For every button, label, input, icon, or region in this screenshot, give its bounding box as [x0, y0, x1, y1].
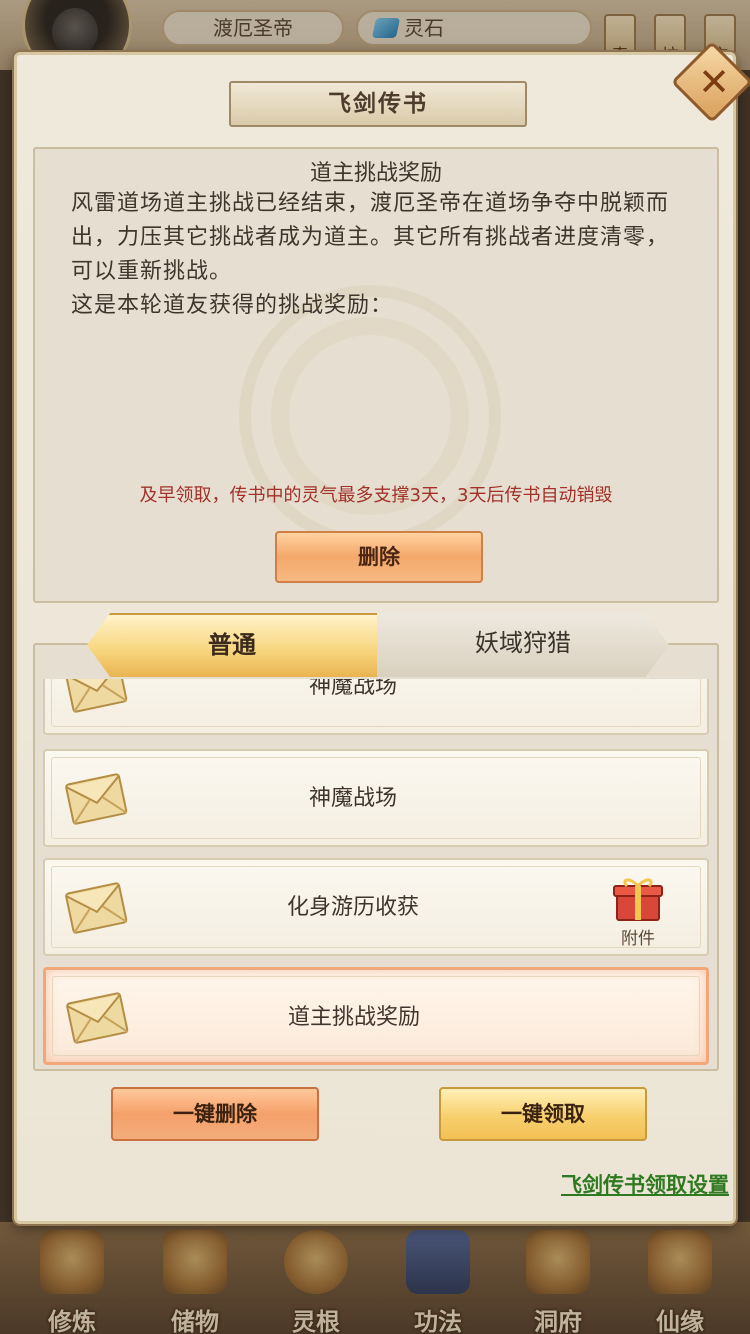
- attachment-label: 附件: [621, 929, 655, 949]
- mail-list-item-selected[interactable]: 道主挑战奖励: [43, 967, 709, 1065]
- tab-demon-hunt[interactable]: 妖域狩猎: [377, 613, 669, 677]
- dialog-title: 飞剑传书: [229, 81, 527, 127]
- gift-box-icon: [611, 874, 665, 922]
- mail-subject: 道主挑战奖励: [309, 161, 442, 186]
- mail-list-item[interactable]: 神魔战场: [43, 679, 709, 735]
- mail-item-title: 神魔战场: [308, 679, 397, 699]
- mail-item-title: 化身游历收获: [286, 895, 419, 920]
- claim-settings-link[interactable]: 飞剑传书领取设置: [523, 1169, 729, 1199]
- mail-item-title: 道主挑战奖励: [287, 1005, 420, 1030]
- mail-content-box: 道主挑战奖励 风雷道场道主挑战已经结束，渡厄圣帝在道场争夺中脱颖而出，力压其它挑…: [33, 147, 719, 603]
- mail-item-title: 神魔战场: [308, 786, 397, 811]
- mail-list-item[interactable]: 神魔战场: [43, 749, 709, 847]
- delete-mail-button[interactable]: 删除: [275, 531, 483, 583]
- mail-body: 风雷道场道主挑战已经结束，渡厄圣帝在道场争夺中脱颖而出，力压其它挑战者成为道主。…: [71, 187, 689, 323]
- mail-list[interactable]: 神魔战场 神魔战场 化身游历收获 附件 道主挑战奖励: [41, 679, 713, 1069]
- delete-all-button[interactable]: 一键删除: [111, 1087, 319, 1141]
- mail-body-paragraph: 风雷道场道主挑战已经结束，渡厄圣帝在道场争夺中脱颖而出，力压其它挑战者成为道主。…: [71, 191, 670, 284]
- claim-all-button[interactable]: 一键领取: [439, 1087, 647, 1141]
- tab-normal[interactable]: 普通: [87, 613, 377, 677]
- flying-sword-mail-dialog: 飞剑传书 道主挑战奖励 风雷道场道主挑战已经结束，渡厄圣帝在道场争夺中脱颖而出，…: [14, 40, 750, 1224]
- mail-body-paragraph: 这是本轮道友获得的挑战奖励：: [71, 293, 394, 318]
- close-icon[interactable]: ✕: [685, 53, 743, 111]
- expiry-warning: 及早领取，传书中的灵气最多支撑3天，3天后传书自动销毁: [139, 485, 613, 506]
- mail-list-item[interactable]: 化身游历收获 附件: [43, 858, 709, 956]
